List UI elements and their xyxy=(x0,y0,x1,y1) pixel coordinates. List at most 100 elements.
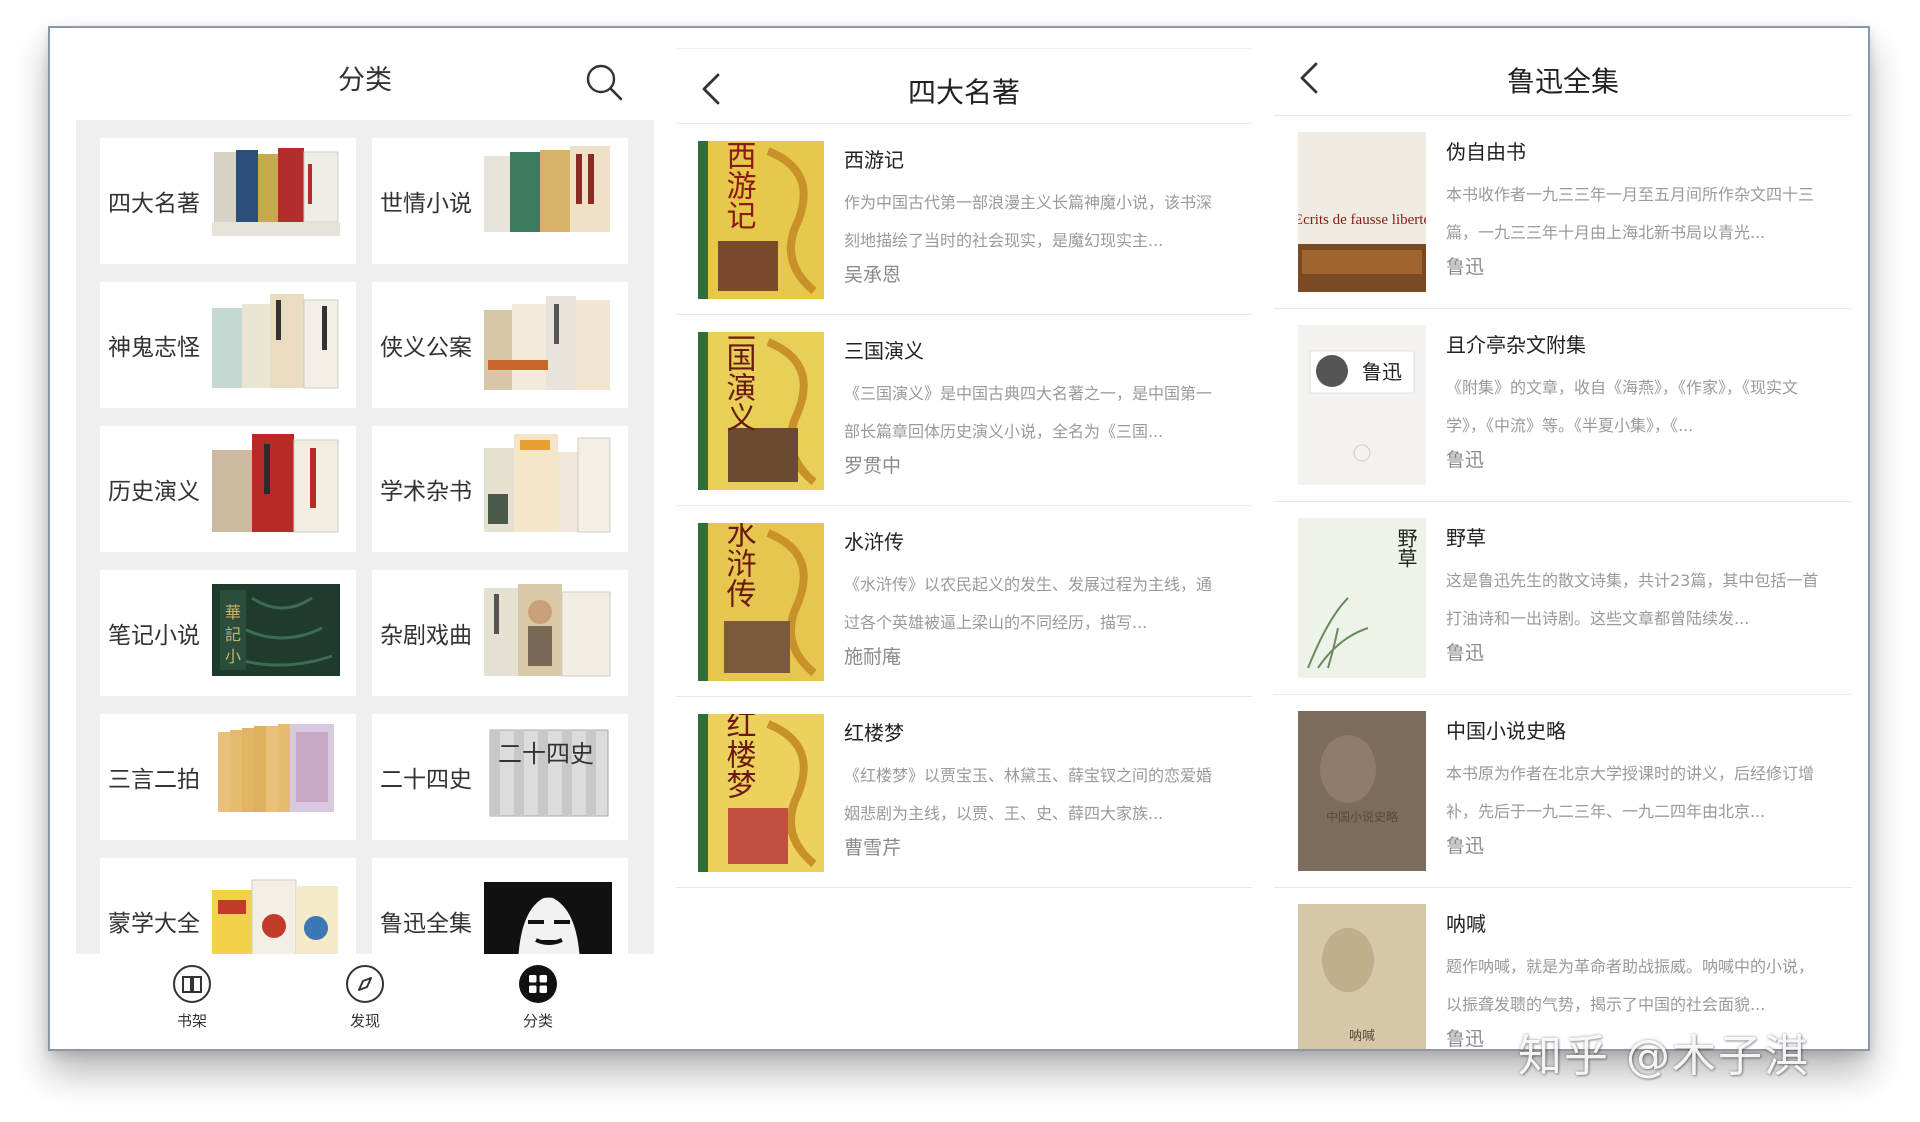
book-author: 鲁迅 xyxy=(1446,256,1485,278)
tab-categories[interactable]: 分类 xyxy=(498,964,578,1031)
books-set-image: 華 記 小 xyxy=(212,584,340,676)
page-title: 鲁迅全集 xyxy=(1506,65,1619,98)
category-label: 鲁迅全集 xyxy=(380,911,472,937)
category-tile-mengxuedaquan[interactable]: 蒙学大全 xyxy=(100,858,356,954)
book-author: 曹雪芹 xyxy=(844,837,902,859)
bottom-tab-bar: 书架 发现 分类 xyxy=(76,954,654,1049)
book-cover: 鲁迅 xyxy=(1298,325,1426,485)
book-description: 本书原为作者在北京大学授课时的讲义，后经修订增补，先后于一九二三年、一九二四年由… xyxy=(1446,764,1815,821)
category-tile-bijixiaoshuo[interactable]: 笔记小说 華 記 小 xyxy=(100,570,356,696)
categories-screen: 分类 四大名著 世情小说 神鬼志怪 侠义公案 历史演义 学术杂书 笔记小说 華 … xyxy=(76,28,654,1049)
svg-text:呐喊: 呐喊 xyxy=(1349,1029,1375,1044)
svg-text:西游记: 西游记 xyxy=(721,141,756,230)
svg-text:Ecrits de fausse liberté: Ecrits de fausse liberté xyxy=(1298,212,1426,228)
category-label: 四大名著 xyxy=(108,191,200,217)
book-title: 且介亭杂文附集 xyxy=(1446,333,1586,357)
book-title: 中国小说史略 xyxy=(1446,719,1566,743)
category-tile-ershisishi[interactable]: 二十四史 二十四史 xyxy=(372,714,628,840)
book-title: 红楼梦 xyxy=(844,721,904,745)
luxun-list-screen: 鲁迅全集 Ecrits de fausse liberté 伪自由书 本书收作者… xyxy=(1274,28,1852,1050)
category-label: 笔记小说 xyxy=(108,623,200,649)
book-row[interactable]: 西游记 西游记 作为中国古代第一部浪漫主义长篇神魔小说，该书深刻地描绘了当时的社… xyxy=(676,124,1252,315)
book-row[interactable]: 中国小说史略 中国小说史略 本书原为作者在北京大学授课时的讲义，后经修订增补，先… xyxy=(1274,695,1852,888)
books-set-image xyxy=(212,294,339,389)
category-tile-lishiyanyi[interactable]: 历史演义 xyxy=(100,426,356,552)
book-author: 施耐庵 xyxy=(844,646,902,668)
svg-text:中国小说史略: 中国小说史略 xyxy=(1326,809,1398,824)
book-cover: 中国小说史略 xyxy=(1298,711,1426,871)
svg-text:記: 記 xyxy=(225,625,241,644)
svg-text:華: 華 xyxy=(225,603,241,622)
category-tile-zajuxiqu[interactable]: 杂剧戏曲 xyxy=(372,570,628,696)
category-tile-shiqingxiaoshuo[interactable]: 世情小说 xyxy=(372,138,628,264)
category-label: 杂剧戏曲 xyxy=(380,623,472,649)
tab-label: 书架 xyxy=(176,1012,207,1030)
svg-text:红楼梦: 红楼梦 xyxy=(721,714,757,799)
search-icon[interactable] xyxy=(584,62,624,102)
category-label: 侠义公案 xyxy=(380,335,472,361)
category-label: 神鬼志怪 xyxy=(108,335,200,361)
book-cover: 西游记 xyxy=(698,141,824,299)
book-description: 《红楼梦》以贾宝玉、林黛玉、薛宝钗之间的恋爱婚姻悲剧为主线，以贾、王、史、薛四大… xyxy=(844,766,1213,823)
book-row[interactable]: Ecrits de fausse liberté 伪自由书 本书收作者一九三三年… xyxy=(1274,116,1852,309)
category-label: 学术杂书 xyxy=(380,479,472,505)
category-grid: 四大名著 世情小说 神鬼志怪 侠义公案 历史演义 学术杂书 笔记小说 華 記 小… xyxy=(76,120,654,954)
book-cover: 三国演义 xyxy=(698,332,824,490)
svg-text:三国演义: 三国演义 xyxy=(721,332,756,432)
category-label: 三言二拍 xyxy=(108,767,200,793)
category-label: 二十四史 xyxy=(380,767,472,793)
grid-icon xyxy=(519,965,557,1003)
portrait-woodcut-image xyxy=(484,882,612,954)
books-set-image xyxy=(484,296,610,390)
category-tile-shenguizhiguai[interactable]: 神鬼志怪 xyxy=(100,282,356,408)
category-tile-xiayigongan[interactable]: 侠义公案 xyxy=(372,282,628,408)
book-title: 三国演义 xyxy=(844,339,924,363)
book-author: 吴承恩 xyxy=(844,264,902,286)
books-set-image: 二十四史 xyxy=(489,729,609,817)
book-title: 呐喊 xyxy=(1446,912,1486,936)
books-set-image xyxy=(212,434,339,533)
book-author: 罗贯中 xyxy=(844,455,902,477)
book-description: 《水浒传》以农民起义的发生、发展过程为主线，通过各个英雄被逼上梁山的不同经历，描… xyxy=(844,575,1213,632)
tab-bookshelf[interactable]: 书架 xyxy=(152,964,232,1031)
screenshot-frame: 分类 四大名著 世情小说 神鬼志怪 侠义公案 历史演义 学术杂书 笔记小说 華 … xyxy=(48,26,1870,1051)
category-tile-sidamingzhu[interactable]: 四大名著 xyxy=(100,138,356,264)
page-title: 四大名著 xyxy=(907,76,1020,109)
category-label: 蒙学大全 xyxy=(108,911,200,937)
book-description: 作为中国古代第一部浪漫主义长篇神魔小说，该书深刻地描绘了当时的社会现实，是魔幻现… xyxy=(844,193,1213,250)
categories-header: 分类 xyxy=(76,28,654,120)
compass-icon xyxy=(346,965,384,1003)
book-row[interactable]: 鲁迅 且介亭杂文附集 《附集》的文章，收自《海燕》，《作家》，《现实文学》，《中… xyxy=(1274,309,1852,502)
book-title: 野草 xyxy=(1446,526,1486,550)
book-author: 鲁迅 xyxy=(1446,449,1485,471)
book-row[interactable]: 水浒传 水浒传 《水浒传》以农民起义的发生、发展过程为主线，通过各个英雄被逼上梁… xyxy=(676,506,1252,697)
category-tile-luxunquanji[interactable]: 鲁迅全集 xyxy=(372,858,628,954)
book-author: 鲁迅 xyxy=(1446,835,1485,857)
book-title: 伪自由书 xyxy=(1446,140,1526,164)
category-tile-sanyanerpai[interactable]: 三言二拍 xyxy=(100,714,356,840)
book-description: 本书收作者一九三三年一月至五月间所作杂文四十三篇，一九三三年十月由上海北新书局以… xyxy=(1446,185,1815,242)
classics-list-screen: 四大名著 西游记 西游记 作为中国古代第一部浪漫主义长篇神魔小说，该书深刻地描绘… xyxy=(676,28,1252,1049)
category-label: 历史演义 xyxy=(108,479,200,505)
tab-discover[interactable]: 发现 xyxy=(325,964,405,1031)
book-description: 《三国演义》是中国古典四大名著之一，是中国第一部长篇章回体历史演义小说，全名为《… xyxy=(844,384,1213,441)
book-cover: 野草 xyxy=(1298,518,1426,678)
book-cover: 红楼梦 xyxy=(698,714,824,872)
book-icon xyxy=(173,965,211,1003)
book-cover: Ecrits de fausse liberté xyxy=(1298,132,1426,292)
svg-text:小: 小 xyxy=(225,647,241,666)
book-description: 这是鲁迅先生的散文诗集，共计23篇，其中包括一首打油诗和一出诗剧。这些文章都曾陆… xyxy=(1446,571,1819,628)
book-author: 鲁迅 xyxy=(1446,642,1485,664)
svg-text:二十四史: 二十四史 xyxy=(498,740,594,768)
books-set-image xyxy=(212,879,338,954)
books-set-image xyxy=(484,146,610,232)
book-description: 《附集》的文章，收自《海燕》，《作家》，《现实文学》，《中流》等。《半夏小集》，… xyxy=(1446,378,1799,435)
book-row[interactable]: 野草 野草 这是鲁迅先生的散文诗集，共计23篇，其中包括一首打油诗和一出诗剧。这… xyxy=(1274,502,1852,695)
book-author: 鲁迅 xyxy=(1446,1028,1485,1050)
books-set-image xyxy=(212,148,340,236)
book-list: Ecrits de fausse liberté 伪自由书 本书收作者一九三三年… xyxy=(1274,116,1852,1050)
book-row[interactable]: 红楼梦 红楼梦 《红楼梦》以贾宝玉、林黛玉、薛宝钗之间的恋爱婚姻悲剧为主线，以贾… xyxy=(676,697,1252,888)
category-label: 世情小说 xyxy=(380,191,472,217)
category-tile-xueshuzashu[interactable]: 学术杂书 xyxy=(372,426,628,552)
book-row[interactable]: 三国演义 三国演义 《三国演义》是中国古典四大名著之一，是中国第一部长篇章回体历… xyxy=(676,315,1252,506)
